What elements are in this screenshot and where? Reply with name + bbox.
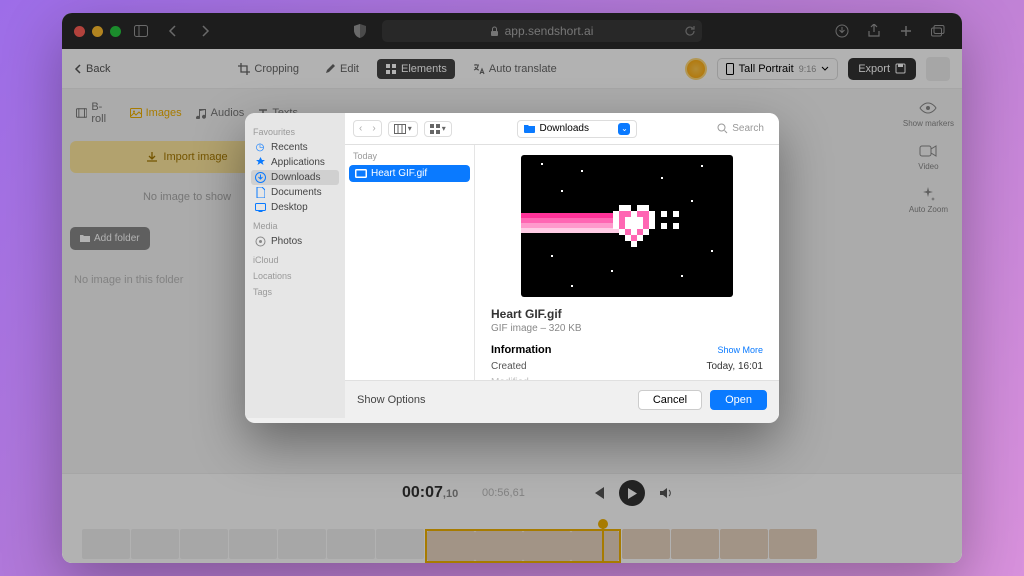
file-item-selected[interactable]: Heart GIF.gif bbox=[349, 165, 470, 182]
view-columns-button[interactable]: ▾ bbox=[388, 121, 418, 137]
sidebar-item-recents[interactable]: ◷Recents bbox=[251, 140, 339, 155]
browser-window: app.sendshort.ai Back Cropping Edit Elem… bbox=[62, 13, 962, 563]
nav-forward-button[interactable]: › bbox=[367, 121, 380, 136]
location-dropdown[interactable]: Downloads ⌄ bbox=[517, 120, 637, 138]
desktop-icon bbox=[254, 203, 266, 212]
photos-icon bbox=[254, 236, 266, 247]
locations-label: Locations bbox=[253, 271, 337, 281]
sidebar-item-photos[interactable]: Photos bbox=[251, 234, 339, 249]
media-label: Media bbox=[253, 221, 337, 231]
sidebar-item-downloads[interactable]: Downloads bbox=[251, 170, 339, 185]
favourites-label: Favourites bbox=[253, 127, 337, 137]
nav-back-button[interactable]: ‹ bbox=[354, 121, 367, 136]
file-dialog-footer: Show Options Cancel Open bbox=[345, 380, 779, 418]
info-label: Information bbox=[491, 344, 552, 356]
search-field[interactable]: Search bbox=[717, 123, 771, 134]
open-button[interactable]: Open bbox=[710, 390, 767, 410]
icloud-label: iCloud bbox=[253, 255, 337, 265]
grid-icon bbox=[430, 124, 440, 134]
created-label: Created bbox=[491, 361, 527, 372]
preview-image bbox=[521, 155, 733, 297]
download-folder-icon bbox=[254, 172, 266, 183]
modified-label: Modified bbox=[491, 377, 529, 380]
view-grid-button[interactable]: ▾ bbox=[424, 121, 452, 137]
file-dialog-main: ‹ › ▾ ▾ Downloads ⌄ Search bbox=[345, 113, 779, 418]
gif-file-icon bbox=[355, 169, 367, 178]
sidebar-item-desktop[interactable]: Desktop bbox=[251, 200, 339, 215]
location-label: Downloads bbox=[539, 123, 588, 134]
list-section-today: Today bbox=[349, 151, 470, 161]
info-row-created: Created Today, 16:01 bbox=[491, 361, 763, 372]
show-options-button[interactable]: Show Options bbox=[357, 394, 425, 406]
info-row-modified: Modified bbox=[491, 377, 763, 380]
preview-filename: Heart GIF.gif bbox=[491, 307, 763, 321]
search-icon bbox=[717, 123, 728, 134]
apps-icon bbox=[254, 157, 266, 168]
sidebar-item-applications[interactable]: Applications bbox=[251, 155, 339, 170]
chevron-down-icon: ⌄ bbox=[618, 123, 630, 135]
file-name: Heart GIF.gif bbox=[371, 168, 427, 179]
file-dialog-toolbar: ‹ › ▾ ▾ Downloads ⌄ Search bbox=[345, 113, 779, 145]
show-more-link[interactable]: Show More bbox=[717, 345, 763, 355]
columns-icon bbox=[394, 124, 406, 134]
file-preview: Heart GIF.gif GIF image – 320 KB Informa… bbox=[475, 145, 779, 380]
file-dialog-sidebar: Favourites ◷Recents Applications Downloa… bbox=[245, 113, 345, 418]
tags-label: Tags bbox=[253, 287, 337, 297]
folder-icon bbox=[524, 124, 535, 133]
search-placeholder: Search bbox=[732, 123, 764, 134]
clock-icon: ◷ bbox=[254, 142, 266, 153]
preview-meta: GIF image – 320 KB bbox=[491, 323, 763, 334]
nav-buttons: ‹ › bbox=[353, 120, 382, 137]
file-list: Today Heart GIF.gif bbox=[345, 145, 475, 380]
info-header: Information Show More bbox=[491, 344, 763, 356]
cancel-button[interactable]: Cancel bbox=[638, 390, 702, 410]
document-icon bbox=[254, 187, 266, 198]
sidebar-item-documents[interactable]: Documents bbox=[251, 185, 339, 200]
file-open-dialog: Favourites ◷Recents Applications Downloa… bbox=[245, 113, 779, 423]
created-value: Today, 16:01 bbox=[706, 361, 763, 372]
